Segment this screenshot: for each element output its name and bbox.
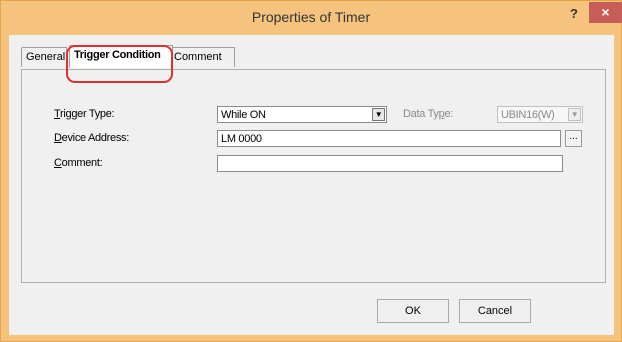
data-type-label-pre: Data Ty: [403, 108, 439, 120]
dialog-client-area: General Trigger Condition Comment Trigge…: [9, 35, 614, 335]
tab-comment[interactable]: Comment: [169, 47, 235, 67]
comment-label-accel: C: [54, 157, 62, 169]
close-button[interactable]: ×: [589, 2, 622, 23]
tab-general-label: General: [26, 51, 66, 63]
tab-comment-label: Comment: [174, 51, 222, 63]
device-address-label-accel: D: [54, 132, 62, 144]
data-type-label: Data Type:: [403, 108, 453, 120]
device-address-label: Device Address:: [54, 132, 129, 144]
data-type-label-text: e:: [444, 108, 454, 120]
data-type-select: UBIN16(W) ▼: [497, 106, 583, 123]
trigger-type-value: While ON: [221, 109, 266, 121]
device-address-input[interactable]: LM 0000: [217, 130, 561, 147]
comment-label-text: omment:: [61, 157, 103, 169]
tab-trigger-condition[interactable]: Trigger Condition: [69, 45, 173, 68]
ellipsis-icon: ...: [569, 131, 578, 142]
device-address-label-text: evice Address:: [61, 132, 130, 144]
close-icon: ×: [601, 4, 610, 20]
data-type-value: UBIN16(W): [501, 109, 555, 121]
trigger-condition-panel: Trigger Type: While ON ▼ Data Type: UBIN…: [21, 69, 606, 283]
chevron-down-icon: ▼: [568, 108, 581, 121]
dialog-title: Properties of Timer: [251, 9, 371, 25]
chevron-down-icon[interactable]: ▼: [372, 108, 385, 121]
device-address-browse-button[interactable]: ...: [565, 130, 582, 147]
cancel-button[interactable]: Cancel: [459, 299, 531, 323]
comment-input[interactable]: [217, 155, 563, 172]
tab-trigger-condition-label: Trigger Condition: [74, 49, 161, 61]
title-bar[interactable]: Properties of Timer ? ×: [1, 1, 622, 35]
device-address-value: LM 0000: [221, 133, 262, 145]
trigger-type-label-text: rigger Type:: [60, 108, 115, 120]
trigger-type-label: Trigger Type:: [54, 108, 115, 120]
ok-button[interactable]: OK: [377, 299, 449, 323]
comment-label: Comment:: [54, 157, 103, 169]
tab-general[interactable]: General: [21, 47, 67, 67]
help-icon: ?: [570, 6, 578, 21]
trigger-type-select[interactable]: While ON ▼: [217, 106, 387, 123]
properties-dialog: Properties of Timer ? × General Trigger …: [0, 0, 622, 342]
help-button[interactable]: ?: [563, 5, 585, 25]
